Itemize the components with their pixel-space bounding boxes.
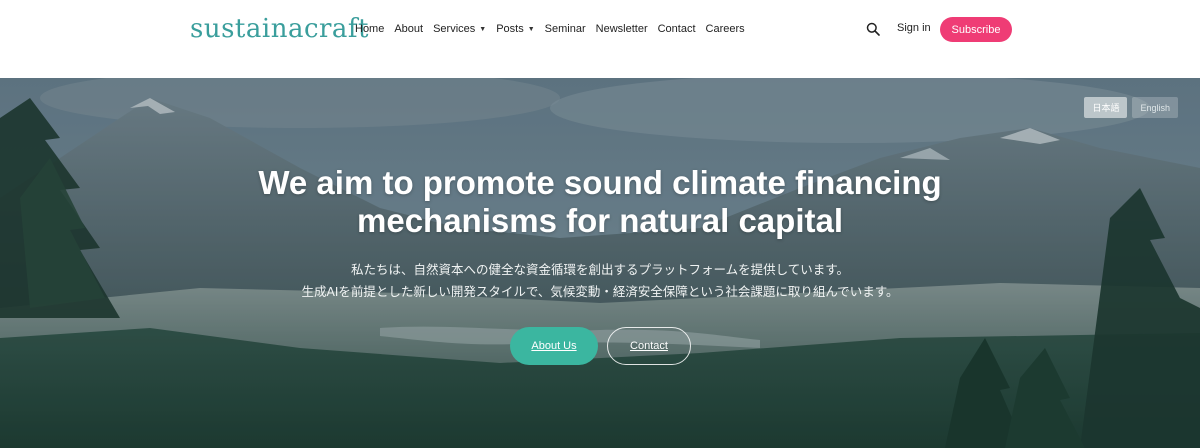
nav-item-about[interactable]: About (394, 23, 423, 35)
nav-item-seminar[interactable]: Seminar (545, 23, 586, 35)
nav-item-label: Services (433, 23, 476, 35)
hero-title: We aim to promote sound climate financin… (0, 164, 1200, 240)
nav-item-label: Newsletter (595, 23, 648, 35)
nav-item-newsletter[interactable]: Newsletter (596, 23, 648, 35)
nav-item-posts[interactable]: Posts ▼ (496, 23, 534, 35)
sign-in-link[interactable]: Sign in (897, 22, 931, 34)
subscribe-button[interactable]: Subscribe (940, 17, 1012, 42)
nav-item-label: Contact (657, 23, 696, 35)
site-header: sustainacraft Home About Services ▼ Post… (0, 0, 1200, 78)
hero-subtitle: 私たちは、自然資本への健全な資金循環を創出するプラットフォームを提供しています。… (0, 259, 1200, 303)
search-icon[interactable] (866, 22, 880, 36)
nav-item-contact[interactable]: Contact (658, 23, 696, 35)
language-option-english[interactable]: English (1132, 97, 1178, 118)
main-nav: Home About Services ▼ Posts ▼ Seminar Ne… (355, 21, 745, 37)
nav-item-careers[interactable]: Careers (706, 23, 745, 35)
hero-section: 日本語 English We aim to promote sound clim… (0, 78, 1200, 448)
hero-subtitle-line-2: 生成AIを前提とした新しい開発スタイルで、気候変動・経済安全保障という社会課題に… (301, 285, 899, 299)
caret-down-icon: ▼ (479, 25, 487, 33)
hero-title-line-1: We aim to promote sound climate financin… (258, 164, 942, 201)
nav-item-label: Posts (496, 23, 524, 35)
caret-down-icon: ▼ (527, 25, 535, 33)
nav-item-label: Careers (705, 23, 745, 35)
nav-item-label: Home (355, 23, 385, 35)
contact-button[interactable]: Contact (607, 327, 691, 365)
language-switcher: 日本語 English (1084, 97, 1178, 118)
about-us-button[interactable]: About Us (510, 327, 598, 365)
nav-item-services[interactable]: Services ▼ (433, 23, 486, 35)
hero-subtitle-line-1: 私たちは、自然資本への健全な資金循環を創出するプラットフォームを提供しています。 (350, 263, 849, 277)
hero-title-line-2: mechanisms for natural capital (357, 202, 843, 239)
nav-item-label: About (394, 23, 424, 35)
site-logo[interactable]: sustainacraft (190, 14, 369, 44)
language-option-japanese[interactable]: 日本語 (1084, 97, 1128, 118)
nav-item-label: Seminar (544, 23, 586, 35)
nav-item-home[interactable]: Home (355, 23, 384, 35)
